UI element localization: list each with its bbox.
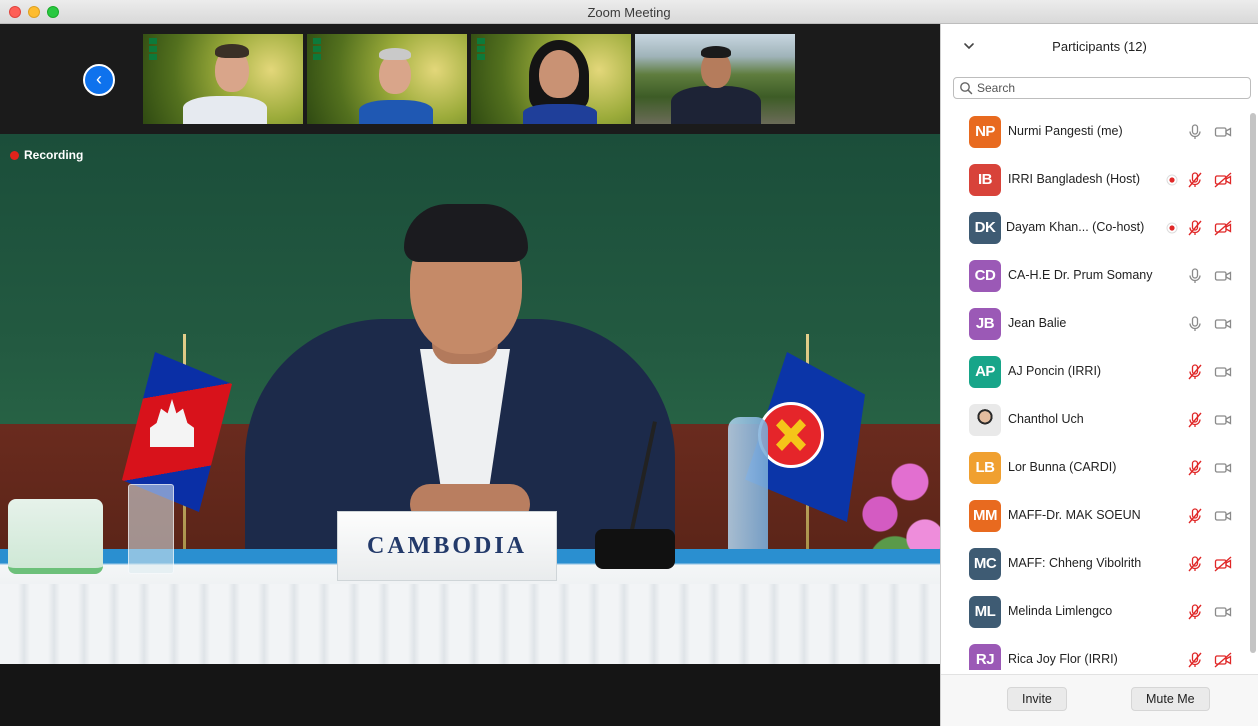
avatar: ML <box>969 596 1001 628</box>
video-thumbnail[interactable] <box>307 34 467 124</box>
participant-row[interactable]: Chanthol Uch <box>941 396 1251 444</box>
avatar: AP <box>969 356 1001 388</box>
participant-row[interactable]: JB Jean Balie <box>941 300 1251 348</box>
mic-muted-icon[interactable] <box>1186 507 1204 525</box>
participant-name: Lor Bunna (CARDI) <box>1008 460 1117 474</box>
mic-muted-icon[interactable] <box>1186 411 1204 429</box>
desk-microphone <box>595 529 675 569</box>
mute-me-button[interactable]: Mute Me <box>1131 687 1210 711</box>
mic-muted-icon[interactable] <box>1186 219 1204 237</box>
participant-list: NP Nurmi Pangesti (me) IB IRRI Banglades… <box>941 108 1251 670</box>
recording-label: Recording <box>24 148 84 162</box>
zoom-window: Zoom Meeting ‹ CAMBODIA Recording Partic… <box>0 0 1258 726</box>
camera-icon[interactable] <box>1214 363 1232 381</box>
participant-name: Rica Joy Flor (IRRI) <box>1008 652 1118 666</box>
search-input[interactable] <box>977 80 1247 96</box>
participant-row[interactable]: AP AJ Poncin (IRRI) <box>941 348 1251 396</box>
mic-muted-icon[interactable] <box>1186 363 1204 381</box>
camera-off-icon[interactable] <box>1214 171 1232 189</box>
participant-name: IRRI Bangladesh (Host) <box>1008 172 1141 186</box>
participant-row[interactable]: RJ Rica Joy Flor (IRRI) <box>941 636 1251 670</box>
recording-status-icon <box>1166 222 1178 234</box>
participant-name: Jean Balie <box>1008 316 1067 330</box>
participant-search-box[interactable] <box>953 77 1251 99</box>
camera-icon[interactable] <box>1214 507 1232 525</box>
previous-page-button[interactable]: ‹ <box>83 64 115 96</box>
camera-off-icon[interactable] <box>1214 651 1232 669</box>
mic-icon[interactable] <box>1186 267 1204 285</box>
participant-name: MAFF: Chheng Vibolrith <box>1008 556 1142 570</box>
participant-name: AJ Poncin (IRRI) <box>1008 364 1102 378</box>
participant-name: Dayam Khan... (Co-host) <box>1006 220 1145 234</box>
avatar: MM <box>969 500 1001 532</box>
mic-muted-icon[interactable] <box>1186 603 1204 621</box>
mic-icon[interactable] <box>1186 123 1204 141</box>
cgiar-logo-icon <box>313 38 323 68</box>
country-nameplate: CAMBODIA <box>337 511 557 581</box>
participant-row[interactable]: MM MAFF-Dr. MAK SOEUN <box>941 492 1251 540</box>
chevron-left-icon: ‹ <box>96 69 102 89</box>
participant-name: CA-H.E Dr. Prum Somany <box>1008 268 1153 282</box>
participant-row[interactable]: NP Nurmi Pangesti (me) <box>941 108 1251 156</box>
video-thumbnail[interactable] <box>471 34 631 124</box>
panel-title: Participants (12) <box>1052 39 1147 54</box>
participant-name: Melinda Limlengco <box>1008 604 1113 618</box>
participant-name: Nurmi Pangesti (me) <box>1008 124 1123 138</box>
camera-icon[interactable] <box>1214 459 1232 477</box>
water-bottle <box>728 417 768 567</box>
participant-row[interactable]: ML Melinda Limlengco <box>941 588 1251 636</box>
meeting-area: ‹ CAMBODIA Recording <box>0 24 940 726</box>
video-thumbnail[interactable] <box>635 34 795 124</box>
camera-off-icon[interactable] <box>1214 219 1232 237</box>
participant-row[interactable]: MC MAFF: Chheng Vibolrith <box>941 540 1251 588</box>
window-title: Zoom Meeting <box>587 5 671 20</box>
water-glass <box>128 484 174 574</box>
active-speaker-video[interactable]: CAMBODIA Recording <box>0 134 940 664</box>
mic-muted-icon[interactable] <box>1186 459 1204 477</box>
participant-name: MAFF-Dr. MAK SOEUN <box>1008 508 1141 522</box>
tissue-box <box>8 499 103 574</box>
avatar: RJ <box>969 644 1001 670</box>
avatar: LB <box>969 452 1001 484</box>
title-bar: Zoom Meeting <box>0 0 1258 24</box>
participant-row[interactable]: CD CA-H.E Dr. Prum Somany <box>941 252 1251 300</box>
participants-panel: Participants (12) NP Nurmi Pangesti (me)… <box>940 24 1258 726</box>
thumbnail-strip: ‹ <box>0 24 940 134</box>
invite-button[interactable]: Invite <box>1007 687 1067 711</box>
camera-icon[interactable] <box>1214 411 1232 429</box>
avatar: CD <box>969 260 1001 292</box>
camera-icon[interactable] <box>1214 123 1232 141</box>
recording-dot-icon <box>10 150 19 160</box>
participant-row[interactable]: IB IRRI Bangladesh (Host) <box>941 156 1251 204</box>
avatar: DK <box>969 212 1001 244</box>
camera-icon[interactable] <box>1214 315 1232 333</box>
search-icon <box>960 82 973 95</box>
mic-muted-icon[interactable] <box>1186 171 1204 189</box>
camera-icon[interactable] <box>1214 267 1232 285</box>
participant-name: Chanthol Uch <box>1008 412 1084 426</box>
camera-icon[interactable] <box>1214 603 1232 621</box>
recording-indicator[interactable]: Recording <box>10 148 83 162</box>
participants-footer: Invite Mute Me <box>941 674 1258 726</box>
avatar: JB <box>969 308 1001 340</box>
participant-row[interactable]: DK Dayam Khan... (Co-host) <box>941 204 1251 252</box>
cgiar-logo-icon <box>149 38 159 68</box>
recording-status-icon <box>1166 174 1178 186</box>
meeting-bottom-bar <box>0 664 940 726</box>
mic-icon[interactable] <box>1186 315 1204 333</box>
participant-row[interactable]: LB Lor Bunna (CARDI) <box>941 444 1251 492</box>
mic-muted-icon[interactable] <box>1186 555 1204 573</box>
cgiar-logo-icon <box>477 38 487 68</box>
camera-off-icon[interactable] <box>1214 555 1232 573</box>
avatar-photo <box>969 404 1001 436</box>
avatar: MC <box>969 548 1001 580</box>
video-thumbnail[interactable] <box>143 34 303 124</box>
participant-list-scrollbar[interactable] <box>1250 108 1256 653</box>
avatar: NP <box>969 116 1001 148</box>
avatar: IB <box>969 164 1001 196</box>
mic-muted-icon[interactable] <box>1186 651 1204 669</box>
scrollbar-thumb[interactable] <box>1250 113 1256 653</box>
